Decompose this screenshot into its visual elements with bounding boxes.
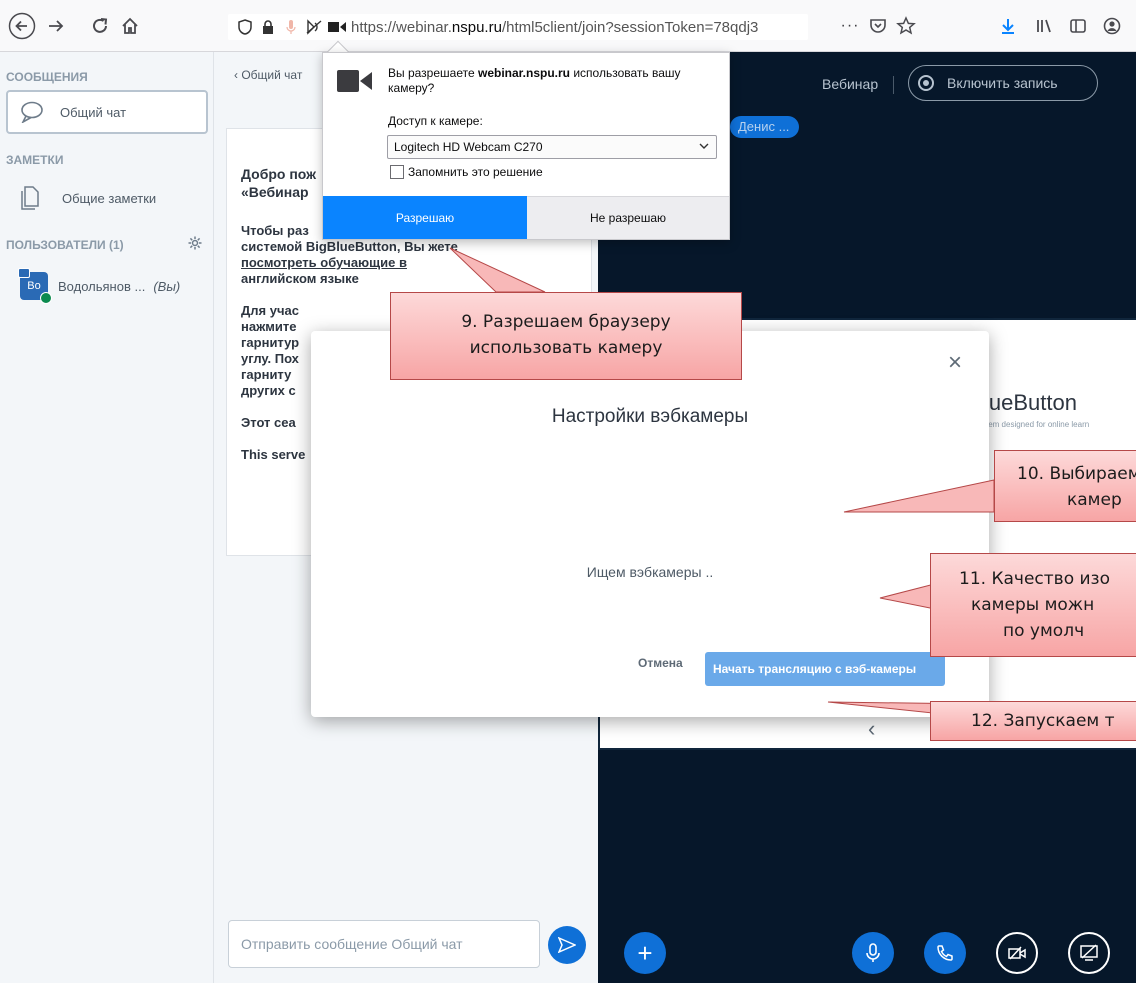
record-label: Включить запись [947, 75, 1058, 91]
share-webcam-button[interactable] [996, 932, 1038, 974]
slide-tagline: stem designed for online learn [982, 420, 1090, 429]
avatar: Bo [18, 268, 52, 304]
send-message-button[interactable] [548, 926, 586, 964]
talking-indicator: Денис ... [730, 116, 800, 138]
allow-button[interactable]: Разрешаю [323, 196, 527, 239]
camera-permission-icon[interactable] [328, 21, 346, 33]
callout-9: 9. Разрешаем браузеру использовать камер… [390, 292, 742, 380]
record-icon [918, 75, 934, 91]
user-name: Водольянов ... [58, 278, 146, 294]
callout-9-line-2: использовать камеру [469, 338, 663, 358]
avatar-initials: Bo [27, 280, 41, 292]
account-icon[interactable] [1096, 10, 1128, 42]
lock-icon[interactable] [259, 20, 277, 34]
callout-9-line-1: 9. Разрешаем браузеру [461, 312, 671, 332]
user-you-label: (Вы) [153, 278, 181, 294]
camera-select-value: Logitech HD Webcam C270 [394, 140, 543, 154]
record-button[interactable]: Включить запись [908, 65, 1098, 101]
notes-section-title: ЗАМЕТКИ [6, 153, 64, 167]
bookmark-star-icon[interactable] [890, 10, 922, 42]
permission-question-pre: Вы разрешаете [388, 66, 478, 80]
mic-badge-icon [40, 292, 52, 304]
phone-icon [937, 945, 953, 961]
share-screen-button[interactable] [1068, 932, 1110, 974]
callout-11-line-1: 11. Качество изо [959, 569, 1110, 589]
start-webcam-button[interactable]: Начать трансляцию с вэб-камеры [705, 652, 945, 686]
cancel-button[interactable]: Отмена [638, 656, 683, 670]
users-section-title: ПОЛЬЗОВАТЕЛИ (1) [6, 238, 124, 252]
back-icon[interactable] [6, 10, 38, 42]
microphone-icon [866, 943, 880, 962]
camera-access-label: Доступ к камере: [388, 114, 483, 128]
callout-11: 11. Качество изо камеры можн по умолч [930, 553, 1136, 657]
callout-11-line-2: камеры можн [971, 595, 1095, 615]
welcome-line-5[interactable]: посмотреть обучающие в [241, 255, 577, 271]
home-icon[interactable] [114, 10, 146, 42]
close-icon[interactable]: × [944, 351, 966, 375]
permission-question: Вы разрешаете webinar.nspu.ru использова… [388, 66, 718, 96]
shared-notes-label: Общие заметки [62, 190, 157, 206]
chevron-down-icon [698, 140, 710, 155]
public-chat-label: Общий чат [60, 104, 127, 120]
mute-button[interactable] [852, 932, 894, 974]
browser-toolbar: https://webinar. nspu.ru/html5client/join… [0, 0, 1136, 52]
permission-question-domain: webinar.nspu.ru [477, 66, 570, 80]
callout-10: 10. Выбираем камер [994, 450, 1136, 522]
meeting-title: Вебинар [822, 76, 879, 92]
title-divider [893, 76, 894, 94]
downloads-icon[interactable] [992, 10, 1024, 42]
chat-bubble-icon [20, 101, 46, 123]
remember-decision-label[interactable]: Запомнить это решение [408, 165, 543, 179]
welcome-line-6: английском языке [241, 271, 359, 286]
reload-icon[interactable] [84, 10, 116, 42]
url-prefix: https://webinar. [351, 18, 452, 36]
webcam-badge-icon [18, 268, 30, 278]
messages-section-title: СООБЩЕНИЯ [6, 70, 88, 84]
chat-header[interactable]: ‹ Общий чат [234, 68, 302, 82]
remember-decision-checkbox[interactable] [390, 165, 404, 179]
chat-message-input[interactable]: Отправить сообщение Общий чат [228, 920, 540, 968]
modal-title: Настройки вэбкамеры [551, 406, 749, 427]
send-icon [558, 937, 576, 953]
library-icon[interactable] [1028, 10, 1060, 42]
welcome-line-4b: жете [428, 239, 458, 254]
camera-select[interactable]: Logitech HD Webcam C270 [387, 135, 717, 159]
searching-webcams-text: Ищем вэбкамеры .. [586, 564, 714, 580]
camera-icon [337, 66, 373, 96]
microphone-permission-icon[interactable] [282, 19, 300, 35]
chat-header-title: Общий чат [241, 68, 303, 82]
webcam-off-icon [1008, 946, 1026, 960]
gear-icon[interactable] [188, 236, 202, 255]
notes-icon [20, 186, 40, 210]
callout-12: 12. Запускаем т [930, 701, 1136, 741]
sidebar-item-shared-notes[interactable]: Общие заметки [20, 186, 156, 210]
callout-11-line-3: по умолч [1003, 621, 1085, 641]
callout-10-line-1: 10. Выбираем [1017, 464, 1136, 484]
autoplay-blocked-icon[interactable] [305, 19, 323, 35]
shield-icon[interactable] [236, 19, 254, 35]
callout-10-line-2: камер [1067, 490, 1122, 510]
welcome-line-4: системой BigBlueButton, Вы [241, 239, 425, 254]
url-path: /html5client/join?sessionToken=78qdj3 [501, 18, 759, 36]
callout-12-line-1: 12. Запускаем т [971, 711, 1115, 731]
user-list-item[interactable]: Bo Водольянов ... (Вы) [18, 268, 181, 304]
screen-share-off-icon [1080, 944, 1098, 961]
forward-icon[interactable] [40, 10, 72, 42]
actions-button[interactable]: + [624, 932, 666, 974]
url-domain: nspu.ru [451, 18, 502, 36]
slide-prev-icon[interactable]: ‹ [868, 716, 875, 742]
sidebar-toggle-icon[interactable] [1062, 10, 1094, 42]
leave-audio-button[interactable] [924, 932, 966, 974]
sidebar-item-public-chat[interactable]: Общий чат [6, 90, 208, 134]
deny-button[interactable]: Не разрешаю [527, 196, 729, 239]
url-bar[interactable]: https://webinar. nspu.ru/html5client/join… [228, 14, 808, 40]
plus-icon: + [637, 937, 653, 968]
slide-brand-text: lueButton [984, 390, 1077, 415]
